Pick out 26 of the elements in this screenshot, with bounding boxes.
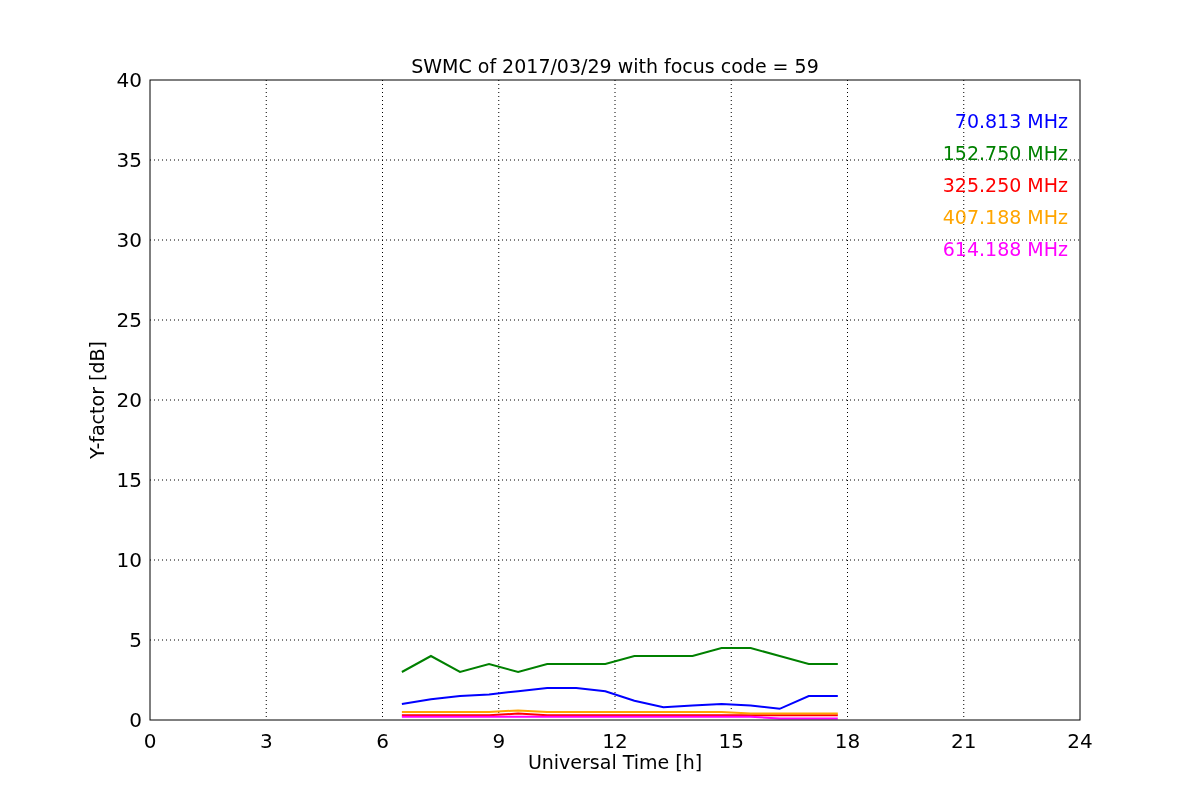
y-tick-label: 25 (116, 308, 142, 332)
legend-label: 407.188 MHz (942, 206, 1068, 228)
legend-label: 70.813 MHz (954, 110, 1068, 132)
y-tick-label: 10 (116, 548, 142, 572)
x-tick-label: 18 (834, 729, 861, 753)
x-tick-label: 24 (1067, 729, 1093, 753)
x-tick-label: 9 (492, 729, 506, 753)
legend-label: 614.188 MHz (942, 238, 1068, 260)
y-tick-label: 35 (116, 148, 142, 172)
y-axis-label: Y-factor [dB] (86, 341, 108, 459)
x-tick-label: 3 (259, 729, 273, 753)
x-tick-label: 0 (143, 729, 157, 753)
y-tick-label: 40 (116, 68, 142, 92)
legend-label: 152.750 MHz (942, 142, 1068, 164)
y-tick-label: 0 (129, 708, 142, 732)
y-tick-label: 5 (129, 628, 142, 652)
x-tick-label: 21 (951, 729, 977, 753)
y-tick-label: 15 (116, 468, 142, 492)
y-tick-label: 30 (116, 228, 142, 252)
y-tick-label: 20 (116, 388, 142, 412)
legend-label: 325.250 MHz (942, 174, 1068, 196)
chart-title: SWMC of 2017/03/29 with focus code = 59 (411, 55, 819, 77)
x-axis-label: Universal Time [h] (527, 751, 703, 773)
x-tick-label: 15 (718, 729, 744, 753)
x-tick-label: 12 (602, 729, 628, 753)
x-tick-label: 6 (376, 729, 389, 753)
